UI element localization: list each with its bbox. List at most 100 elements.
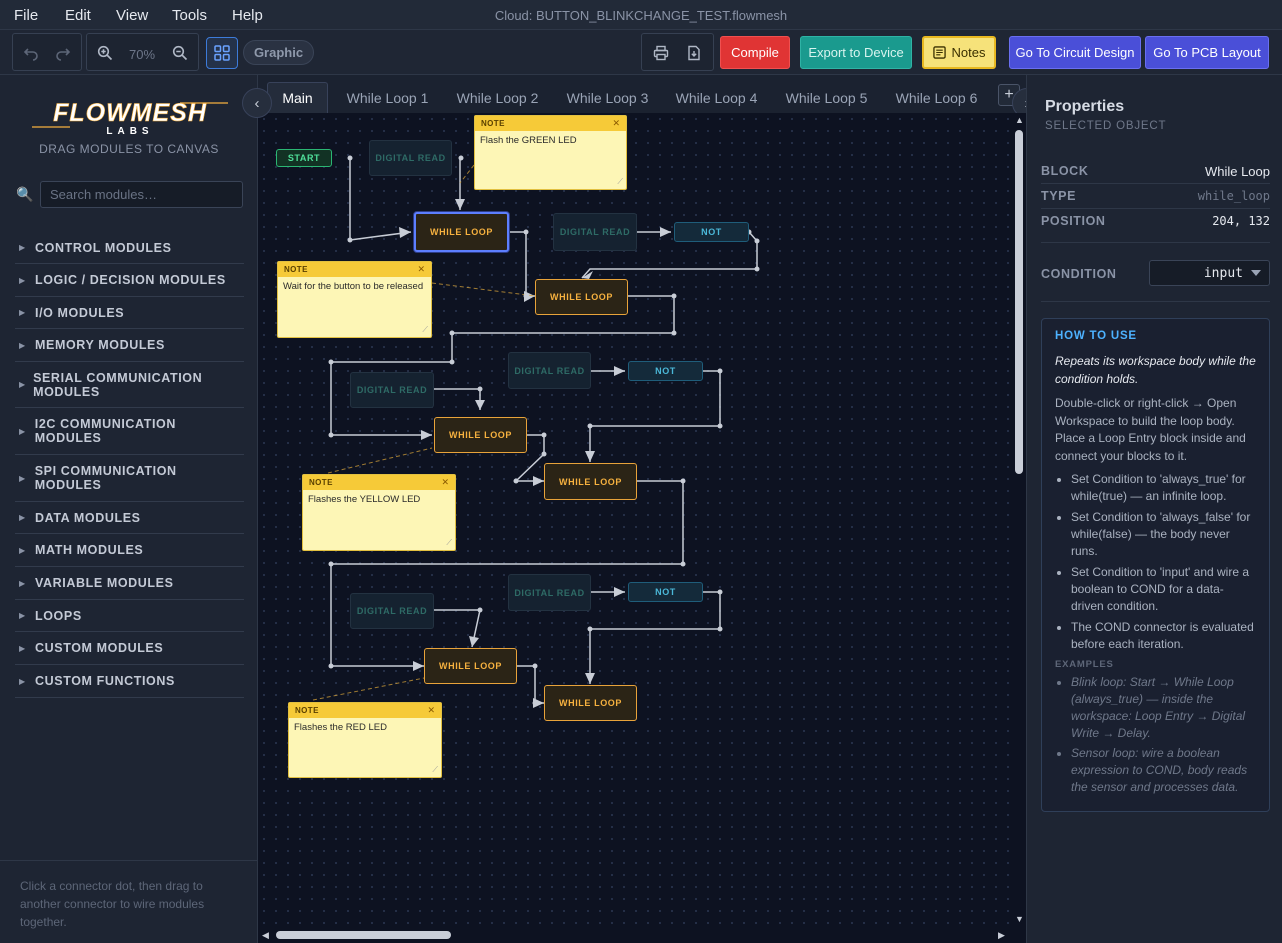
export-file-button[interactable] — [682, 41, 706, 65]
digital-read-block[interactable]: DIGITAL READ — [553, 213, 637, 251]
digital-read-block[interactable]: DIGITAL READ — [508, 574, 591, 611]
go-to-circuit-design-button[interactable]: Go To Circuit Design — [1009, 36, 1141, 69]
zoom-out-button[interactable] — [168, 41, 192, 65]
menu-edit[interactable]: Edit — [65, 7, 91, 24]
horizontal-scroll-thumb[interactable] — [276, 931, 451, 939]
not-block[interactable]: NOT — [674, 222, 749, 242]
notes-button[interactable]: Notes — [922, 36, 996, 69]
prop-block-value: While Loop — [1204, 164, 1270, 179]
note-button-release[interactable]: NOTE ✕ Wait for the button to be released… — [277, 261, 432, 338]
category-data-modules[interactable]: ▶ DATA MODULES — [15, 502, 244, 534]
scroll-up-icon[interactable]: ▲ — [1015, 115, 1024, 125]
chevron-right-icon: ▶ — [19, 340, 26, 350]
search-input[interactable] — [40, 181, 243, 208]
export-to-device-button[interactable]: Export to Device — [800, 36, 912, 69]
tab-while-loop-4[interactable]: While Loop 4 — [671, 82, 762, 113]
vertical-scroll-thumb[interactable] — [1015, 130, 1023, 474]
list-item: Set Condition to 'input' and wire a bool… — [1071, 564, 1256, 615]
prop-label: TYPE — [1041, 189, 1077, 203]
tab-while-loop-5[interactable]: While Loop 5 — [781, 82, 872, 113]
category-logic-decision-modules[interactable]: ▶ LOGIC / DECISION MODULES — [15, 264, 244, 297]
while-loop-block[interactable]: WHILE LOOP — [434, 417, 527, 453]
category-spi-communication-modules[interactable]: ▶ SPI COMMUNICATION MODULES — [15, 455, 244, 502]
category-custom-functions[interactable]: ▶ CUSTOM FUNCTIONS — [15, 665, 244, 698]
redo-button[interactable] — [51, 41, 75, 65]
note-icon — [932, 46, 946, 59]
prop-row-block: BLOCK While Loop — [1041, 159, 1270, 184]
note-header: NOTE ✕ — [303, 475, 455, 490]
tab-while-loop-2[interactable]: While Loop 2 — [452, 82, 543, 113]
while-loop-block[interactable]: WHILE LOOP — [544, 685, 637, 721]
search-icon: 🔍 — [16, 186, 34, 202]
close-icon[interactable]: ✕ — [417, 264, 425, 275]
digital-read-block[interactable]: DIGITAL READ — [369, 140, 452, 176]
note-header: NOTE ✕ — [475, 116, 626, 131]
category-serial-communication-modules[interactable]: ▶ SERIAL COMMUNICATION MODULES — [15, 362, 244, 408]
compile-button[interactable]: Compile — [720, 36, 790, 69]
tab-main[interactable]: Main — [267, 82, 328, 113]
note-green-led[interactable]: NOTE ✕ Flash the GREEN LED ⟋ — [474, 115, 627, 190]
digital-read-block[interactable]: DIGITAL READ — [350, 593, 434, 629]
resize-handle-icon[interactable]: ⟋ — [432, 765, 438, 775]
properties-title: Properties — [1045, 98, 1125, 115]
digital-read-block[interactable]: DIGITAL READ — [350, 372, 434, 408]
prop-label: POSITION — [1041, 214, 1106, 228]
how-to-lead: Repeats its workspace body while the con… — [1055, 354, 1256, 386]
logo-wordmark: FLOWMESH — [53, 99, 207, 127]
zoom-in-button[interactable] — [93, 41, 117, 65]
prop-label: CONDITION — [1041, 267, 1117, 281]
print-button[interactable] — [649, 41, 673, 65]
category-label: I2C COMMUNICATION MODULES — [34, 417, 177, 445]
close-icon[interactable]: ✕ — [441, 477, 449, 488]
close-icon[interactable]: ✕ — [612, 118, 620, 129]
not-block[interactable]: NOT — [628, 361, 703, 381]
while-loop-block[interactable]: WHILE LOOP — [424, 648, 517, 684]
while-loop-block[interactable]: WHILE LOOP — [544, 463, 637, 500]
digital-read-block[interactable]: DIGITAL READ — [508, 352, 591, 389]
menu-tools[interactable]: Tools — [172, 7, 207, 24]
flow-canvas[interactable]: START DIGITAL READ DIGITAL READ DIGITAL … — [258, 113, 1013, 928]
not-block[interactable]: NOT — [628, 582, 703, 602]
category-custom-modules[interactable]: ▶ CUSTOM MODULES — [15, 632, 244, 665]
category-control-modules[interactable]: ▶ CONTROL MODULES — [15, 232, 244, 264]
while-loop-block[interactable]: WHILE LOOP — [535, 279, 628, 315]
resize-handle-icon[interactable]: ⟋ — [617, 177, 623, 187]
properties-subtitle: SELECTED OBJECT — [1045, 120, 1167, 132]
go-to-pcb-layout-button[interactable]: Go To PCB Layout — [1145, 36, 1269, 69]
while-loop-block-selected[interactable]: WHILE LOOP — [414, 212, 509, 252]
category-io-modules[interactable]: ▶ I/O MODULES — [15, 297, 244, 329]
note-text[interactable]: Flash the GREEN LED — [475, 131, 626, 150]
condition-select[interactable]: input — [1149, 260, 1270, 286]
undo-button[interactable] — [19, 41, 43, 65]
list-item: Sensor loop: wire a boolean expression t… — [1071, 745, 1256, 796]
list-item: Blink loop: Start → While Loop (always_t… — [1071, 674, 1256, 742]
note-yellow-led[interactable]: NOTE ✕ Flashes the YELLOW LED ⟋ — [302, 474, 456, 551]
resize-handle-icon[interactable]: ⟋ — [446, 538, 452, 548]
start-block[interactable]: START — [276, 149, 332, 167]
scroll-left-icon[interactable]: ◀ — [262, 930, 269, 941]
tab-while-loop-6[interactable]: While Loop 6 — [891, 82, 982, 113]
scroll-right-icon[interactable]: ▶ — [998, 930, 1005, 941]
category-memory-modules[interactable]: ▶ MEMORY MODULES — [15, 329, 244, 362]
tab-while-loop-1[interactable]: While Loop 1 — [342, 82, 433, 113]
grid-view-button[interactable] — [206, 37, 238, 69]
chevron-right-icon: ▶ — [19, 578, 26, 588]
category-i2c-communication-modules[interactable]: ▶ I2C COMMUNICATION MODULES — [15, 408, 244, 455]
close-icon[interactable]: ✕ — [427, 705, 435, 716]
note-text[interactable]: Flashes the YELLOW LED — [303, 490, 455, 509]
collapse-sidebar-button[interactable]: ‹ — [242, 88, 272, 118]
category-loops[interactable]: ▶ LOOPS — [15, 600, 244, 632]
scroll-down-icon[interactable]: ▼ — [1015, 914, 1024, 924]
note-text[interactable]: Wait for the button to be released — [278, 277, 431, 296]
category-variable-modules[interactable]: ▶ VARIABLE MODULES — [15, 567, 244, 600]
tab-while-loop-3[interactable]: While Loop 3 — [562, 82, 653, 113]
menu-view[interactable]: View — [116, 7, 148, 24]
note-text[interactable]: Flashes the RED LED — [289, 718, 441, 737]
view-mode-badge[interactable]: Graphic — [243, 40, 314, 65]
resize-handle-icon[interactable]: ⟋ — [422, 325, 428, 335]
flowmesh-logo: FLOWMESH LABS — [32, 99, 228, 137]
category-math-modules[interactable]: ▶ MATH MODULES — [15, 534, 244, 567]
note-red-led[interactable]: NOTE ✕ Flashes the RED LED ⟋ — [288, 702, 442, 778]
menu-help[interactable]: Help — [232, 7, 263, 24]
menu-file[interactable]: File — [14, 7, 38, 24]
